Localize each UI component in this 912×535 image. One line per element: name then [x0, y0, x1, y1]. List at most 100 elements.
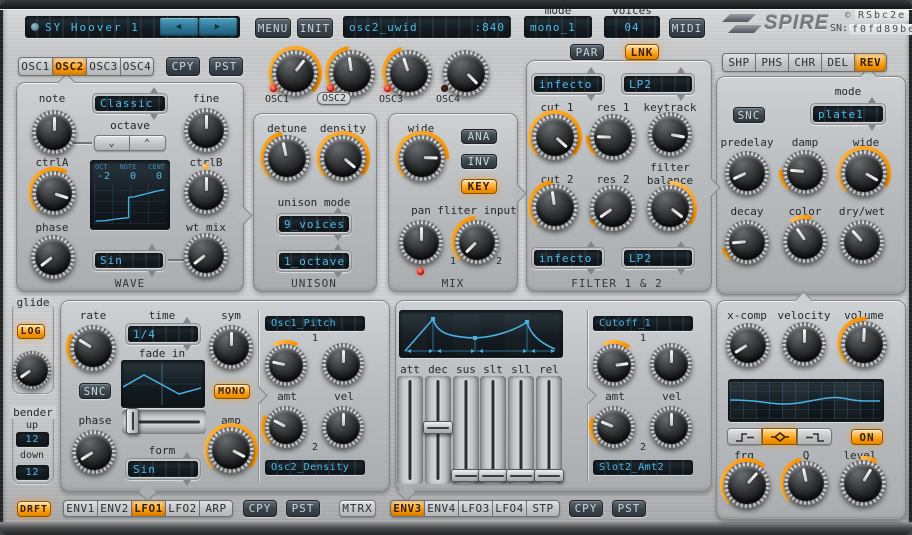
- tab-del[interactable]: DEL: [821, 53, 854, 72]
- dropdown-down-icon[interactable]: [183, 480, 191, 486]
- ana-button[interactable]: ANA: [461, 129, 497, 144]
- wave-class-dropdown[interactable]: Classic: [92, 93, 168, 114]
- wave-name-dropdown[interactable]: Sin: [92, 250, 166, 271]
- osc-copy-button[interactable]: CPY: [166, 57, 200, 76]
- dropdown-down-icon[interactable]: [677, 269, 685, 275]
- lfo-fade-slider[interactable]: [122, 410, 206, 434]
- filter1-shape-dropdown[interactable]: LP2: [621, 73, 695, 95]
- q-knob[interactable]: [784, 461, 828, 505]
- tab-env1[interactable]: ENV1: [63, 500, 97, 517]
- velocity-knob[interactable]: [782, 322, 826, 366]
- lfo-amp-knob[interactable]: [208, 427, 254, 473]
- lfo-fade-slider-handle[interactable]: [126, 408, 139, 434]
- eq-peak-button[interactable]: [762, 428, 797, 445]
- mod-b-copy-button[interactable]: CPY: [569, 500, 603, 517]
- tab-osc2[interactable]: OSC2: [52, 57, 86, 76]
- fine-knob[interactable]: [184, 108, 228, 152]
- tab-lfo2[interactable]: LFO2: [165, 500, 199, 517]
- drift-button[interactable]: DRFT: [17, 501, 51, 517]
- color-knob[interactable]: [783, 219, 827, 263]
- dropdown-down-icon[interactable]: [334, 235, 342, 241]
- dropdown-down-icon[interactable]: [587, 95, 595, 101]
- dropdown-up-icon[interactable]: [150, 87, 158, 93]
- bender-down-display[interactable]: 12: [16, 465, 49, 480]
- lfo-mod2-vel-knob[interactable]: [322, 406, 364, 448]
- dropdown-up-icon[interactable]: [587, 241, 595, 247]
- lfo-time-dropdown[interactable]: 1/4: [125, 323, 201, 345]
- lfo-sync-button[interactable]: SNC: [79, 383, 111, 399]
- wave-readout-display[interactable]: OCT NOTE CENT -2 0 0: [90, 160, 170, 230]
- detune-knob[interactable]: [264, 135, 310, 181]
- env-att-slider[interactable]: [397, 376, 423, 484]
- octave-up-button[interactable]: ⌃: [130, 135, 166, 151]
- level-knob[interactable]: [840, 460, 886, 506]
- lfo-rate-knob[interactable]: [70, 325, 116, 371]
- env-mod2-vel-knob[interactable]: [650, 406, 692, 448]
- lfo-mono-button[interactable]: MONO: [214, 384, 250, 399]
- bender-up-display[interactable]: 12: [16, 432, 49, 447]
- osc-paste-button[interactable]: PST: [209, 57, 243, 76]
- filter-input-knob[interactable]: [455, 220, 499, 264]
- glide-log-button[interactable]: LOG: [17, 324, 45, 339]
- init-button[interactable]: INIT: [297, 18, 333, 38]
- env-slt-slider[interactable]: [480, 376, 506, 484]
- predelay-knob[interactable]: [725, 151, 769, 195]
- glide-knob[interactable]: [13, 351, 51, 389]
- eq-on-button[interactable]: ON: [851, 429, 883, 445]
- ctrl-a-knob[interactable]: [32, 171, 76, 215]
- env-sus-slider[interactable]: [453, 376, 479, 484]
- lfo-sym-knob[interactable]: [209, 325, 253, 369]
- volume-knob[interactable]: [841, 321, 887, 367]
- wide-knob[interactable]: [399, 135, 445, 181]
- env-mod-slot1-display[interactable]: Cutoff_1: [593, 316, 693, 331]
- key-button[interactable]: KEY: [461, 179, 497, 194]
- inv-button[interactable]: INV: [461, 154, 497, 169]
- tab-phs[interactable]: PHS: [755, 53, 788, 72]
- unison-voices-dropdown[interactable]: 9_voices: [276, 213, 352, 235]
- tab-osc3[interactable]: OSC3: [86, 57, 120, 76]
- env-dec-slider-handle[interactable]: [423, 421, 453, 434]
- midi-button[interactable]: MIDI: [669, 18, 705, 38]
- density-knob[interactable]: [320, 135, 366, 181]
- dropdown-up-icon[interactable]: [183, 452, 191, 458]
- res2-knob[interactable]: [590, 185, 636, 231]
- env-rel-slider-handle[interactable]: [534, 469, 564, 482]
- env-mod1-vel-knob[interactable]: [650, 343, 692, 385]
- filter1-type-dropdown[interactable]: infecto: [531, 73, 605, 95]
- filter-par-button[interactable]: PAR: [570, 44, 604, 60]
- dropdown-up-icon[interactable]: [677, 241, 685, 247]
- osc-phase-knob[interactable]: [31, 235, 75, 279]
- reverb-sync-button[interactable]: SNC: [733, 107, 765, 123]
- note-knob[interactable]: [32, 110, 76, 154]
- preset-next-button[interactable]: ▶: [199, 18, 237, 36]
- tab-shp[interactable]: SHP: [722, 53, 755, 72]
- envelope-display[interactable]: [399, 310, 563, 358]
- lfo-mod-slot2-display[interactable]: Osc2_Density: [265, 460, 365, 475]
- cut2-knob[interactable]: [532, 184, 578, 230]
- mod-a-paste-button[interactable]: PST: [286, 500, 320, 517]
- res1-knob[interactable]: [590, 114, 636, 160]
- tab-osc4[interactable]: OSC4: [120, 57, 154, 76]
- tab-lfo4[interactable]: LFO4: [492, 500, 526, 517]
- env-rel-slider[interactable]: [536, 376, 562, 484]
- eq-display[interactable]: [728, 379, 884, 422]
- tab-stp[interactable]: STP: [526, 500, 560, 517]
- mod-b-paste-button[interactable]: PST: [612, 500, 646, 517]
- cut1-knob[interactable]: [532, 114, 578, 160]
- decay-knob[interactable]: [725, 220, 769, 264]
- tab-lfo3[interactable]: LFO3: [458, 500, 492, 517]
- keytrack-knob[interactable]: [648, 112, 692, 156]
- env-mod2-amt-knob[interactable]: [593, 406, 635, 448]
- dropdown-up-icon[interactable]: [183, 317, 191, 323]
- wt-mix-knob[interactable]: [184, 233, 228, 277]
- tab-env3[interactable]: ENV3: [390, 500, 424, 517]
- lfo-shape-display[interactable]: [121, 360, 205, 408]
- frq-knob[interactable]: [724, 462, 770, 508]
- env-dec-slider[interactable]: [425, 376, 451, 484]
- x-comp-knob[interactable]: [726, 323, 770, 367]
- dropdown-down-icon[interactable]: [150, 114, 158, 120]
- dropdown-down-icon[interactable]: [868, 125, 876, 131]
- mode-display[interactable]: mono_1: [524, 16, 592, 38]
- eq-low-shelf-button[interactable]: [727, 428, 762, 445]
- dropdown-up-icon[interactable]: [148, 244, 156, 250]
